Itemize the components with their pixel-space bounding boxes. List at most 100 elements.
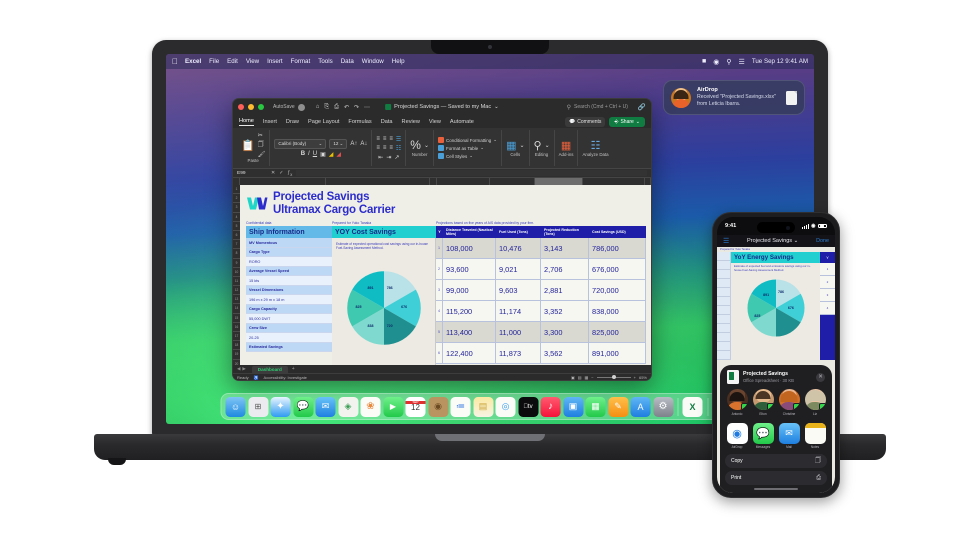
row-header[interactable]: 14 (233, 304, 240, 314)
iphone-row-index[interactable]: 2 (820, 276, 835, 289)
table-row[interactable]: 1 108,000 10,476 3,143 786,000 (436, 238, 646, 260)
iphone-left-cell[interactable] (717, 342, 730, 351)
menu-data[interactable]: Data (341, 58, 354, 65)
dock-item-calendar[interactable]: SEP 12 (405, 396, 426, 417)
dock-item-system-settings[interactable]: ⚙ (653, 396, 673, 417)
align-right-icon[interactable]: ≡ (389, 145, 393, 151)
row-headers[interactable]: 1 2 3 4 5 6 7 8 9 10 11 12 13 14 15 16 1… (233, 185, 240, 365)
tab-formulas[interactable]: Formulas (348, 119, 371, 125)
control-center-icon[interactable]: ☰ (739, 58, 745, 66)
row-header[interactable]: 15 (233, 314, 240, 323)
ribbon-group-font[interactable]: Calibri (Body) ⌄ 12 ⌄ A↑ A↓ B I U ▣ ◢ ◢ (270, 130, 373, 166)
print-icon[interactable]: ⎙ (334, 104, 339, 111)
iphone-pie-chart[interactable]: 786 676 825 891 (745, 277, 807, 339)
formula-bar[interactable]: E99 ✕ ✓ ƒx (233, 168, 651, 178)
row-header[interactable]: 5 (233, 222, 240, 231)
metrics-table[interactable]: Y Distance Traveled (Nautical Miles) Fue… (436, 226, 646, 365)
share-apps-row[interactable]: ◉ AirDrop 💬 Messages ✉ Mail Notes (720, 420, 832, 455)
pie-chart-container[interactable]: Estimate of expected operational cost sa… (332, 238, 436, 365)
iphone-left-cell[interactable] (717, 252, 730, 261)
table-row[interactable]: 3 99,000 9,603 2,881 720,000 (436, 280, 646, 302)
cell-savings[interactable]: 891,000 (589, 343, 646, 365)
tab-review[interactable]: Review (402, 119, 420, 125)
row-header[interactable]: 18 (233, 341, 240, 351)
comments-button[interactable]: 💬 Comments (565, 116, 606, 127)
apple-logo-icon[interactable]:  (172, 57, 178, 66)
page-break-icon[interactable]: ▦ (585, 375, 589, 380)
copy-icon[interactable]: 🗍 (258, 140, 266, 150)
cell-fuel[interactable]: 11,174 (496, 301, 541, 323)
chevron-down-icon[interactable]: ⌄ (494, 104, 499, 110)
home-icon[interactable]: ⌂ (316, 104, 320, 110)
dock-item-excel[interactable]: X (682, 396, 703, 417)
share-contact-christine[interactable]: Christine (778, 389, 800, 416)
confirm-edit-icon[interactable]: ✓ (279, 170, 283, 176)
addins-icon[interactable]: ▦ (561, 139, 571, 152)
zoom-slider[interactable] (596, 374, 631, 379)
add-sheet-button[interactable]: + (292, 366, 295, 372)
ribbon-group-editing[interactable]: ⚲ ⌄ Editing (530, 130, 555, 166)
share-action-copy[interactable]: Copy 🗍 (725, 454, 827, 468)
menu-app-name[interactable]: Excel (185, 58, 201, 65)
cell-distance[interactable]: 93,600 (443, 259, 496, 281)
ship-row-speed-label[interactable]: Average Vessel Speed (246, 266, 332, 277)
dock-item-facetime[interactable]: ▶ (383, 396, 403, 417)
iphone-left-cell[interactable] (717, 270, 730, 279)
more-icon[interactable]: ⋯ (364, 104, 370, 111)
row-header[interactable]: 7 (233, 240, 240, 250)
menu-edit[interactable]: Edit (227, 58, 238, 65)
ribbon-group-cells[interactable]: ▦ ⌄ Cells (502, 130, 530, 166)
iphone-left-cell[interactable] (717, 315, 730, 324)
column-header-c[interactable] (430, 178, 437, 185)
corner-cell[interactable] (233, 178, 240, 185)
ship-row-dimensions-value[interactable]: 196 m x 29 m x 18 m (246, 295, 332, 305)
row-header[interactable]: 10 (233, 268, 240, 277)
row-header[interactable]: 19 (233, 350, 240, 360)
menu-format[interactable]: Format (291, 58, 311, 65)
cell-reduction[interactable]: 3,143 (541, 238, 589, 260)
dock-item-maps[interactable]: ◈ (338, 396, 358, 417)
orientation-icon[interactable]: ↗ (394, 154, 399, 161)
decrease-indent-icon[interactable]: ⇤ (378, 154, 383, 161)
column-header-f[interactable] (535, 178, 583, 185)
tab-home[interactable]: Home (239, 118, 254, 126)
italic-icon[interactable]: I (308, 151, 310, 157)
iphone-left-cell[interactable] (717, 324, 730, 333)
document-title-group[interactable]: Projected Savings — Saved to my Mac ⌄ (385, 104, 499, 110)
align-bottom-icon[interactable]: ≡ (389, 136, 393, 142)
maximize-button[interactable] (258, 104, 264, 110)
spreadsheet-grid[interactable]: 1 2 3 4 5 6 7 8 9 10 11 12 13 14 15 16 1… (233, 178, 651, 365)
row-header[interactable]: 4 (233, 213, 240, 222)
cell-reduction[interactable]: 2,706 (541, 259, 589, 281)
paste-icon[interactable]: 📋 (241, 139, 255, 152)
status-bar[interactable]: Ready ♿ Accessibility: Investigate ▣ ▤ ▦… (233, 373, 651, 380)
tab-draw[interactable]: Draw (286, 119, 299, 125)
macos-dock[interactable]: ☺ ⊞ ✦ 💬 ✉ ◈ ❀ ▶ SEP12 ◉ ≔ ▤ ◎ tv ♪ ▣ ▦ … (220, 393, 760, 420)
row-header[interactable]: 13 (233, 295, 240, 305)
increase-font-icon[interactable]: A↑ (350, 141, 357, 147)
page-layout-icon[interactable]: ▤ (578, 375, 582, 380)
tab-automate[interactable]: Automate (450, 119, 474, 125)
cell-savings[interactable]: 720,000 (589, 280, 646, 302)
iphone-left-cell[interactable] (717, 261, 730, 270)
column-header-b[interactable] (326, 178, 430, 185)
dock-item-launchpad[interactable]: ⊞ (248, 396, 268, 417)
share-app-messages[interactable]: 💬 Messages (752, 422, 774, 449)
excel-window[interactable]: AutoSave ⌂ ⎘ ⎙ ↶ ↷ ⋯ Projected Savings —… (232, 98, 652, 381)
menu-view[interactable]: View (246, 58, 259, 65)
row-header[interactable]: 6 (233, 231, 240, 241)
macos-menu-bar[interactable]:  Excel File Edit View Insert Format Too… (166, 54, 814, 69)
font-color-icon[interactable]: ◢ (336, 151, 341, 158)
table-row[interactable]: 2 93,600 9,021 2,706 676,000 (436, 259, 646, 281)
row-header[interactable]: 12 (233, 286, 240, 296)
column-headers[interactable] (233, 178, 651, 185)
column-header-g[interactable] (583, 178, 645, 185)
chevron-down-icon[interactable]: ⌄ (519, 142, 524, 149)
format-as-table-button[interactable]: Format as Table ⌄ (438, 145, 484, 151)
column-header-a[interactable] (240, 178, 326, 185)
dock-item-photos[interactable]: ❀ (360, 396, 381, 417)
ribbon-tab-bar[interactable]: Home Insert Draw Page Layout Formulas Da… (233, 115, 651, 128)
share-action-print[interactable]: Print ⎙ (725, 471, 827, 485)
ship-information-column[interactable]: Ship Information MV Momentous Cargo Type… (246, 226, 332, 365)
menu-tools[interactable]: Tools (318, 58, 332, 65)
